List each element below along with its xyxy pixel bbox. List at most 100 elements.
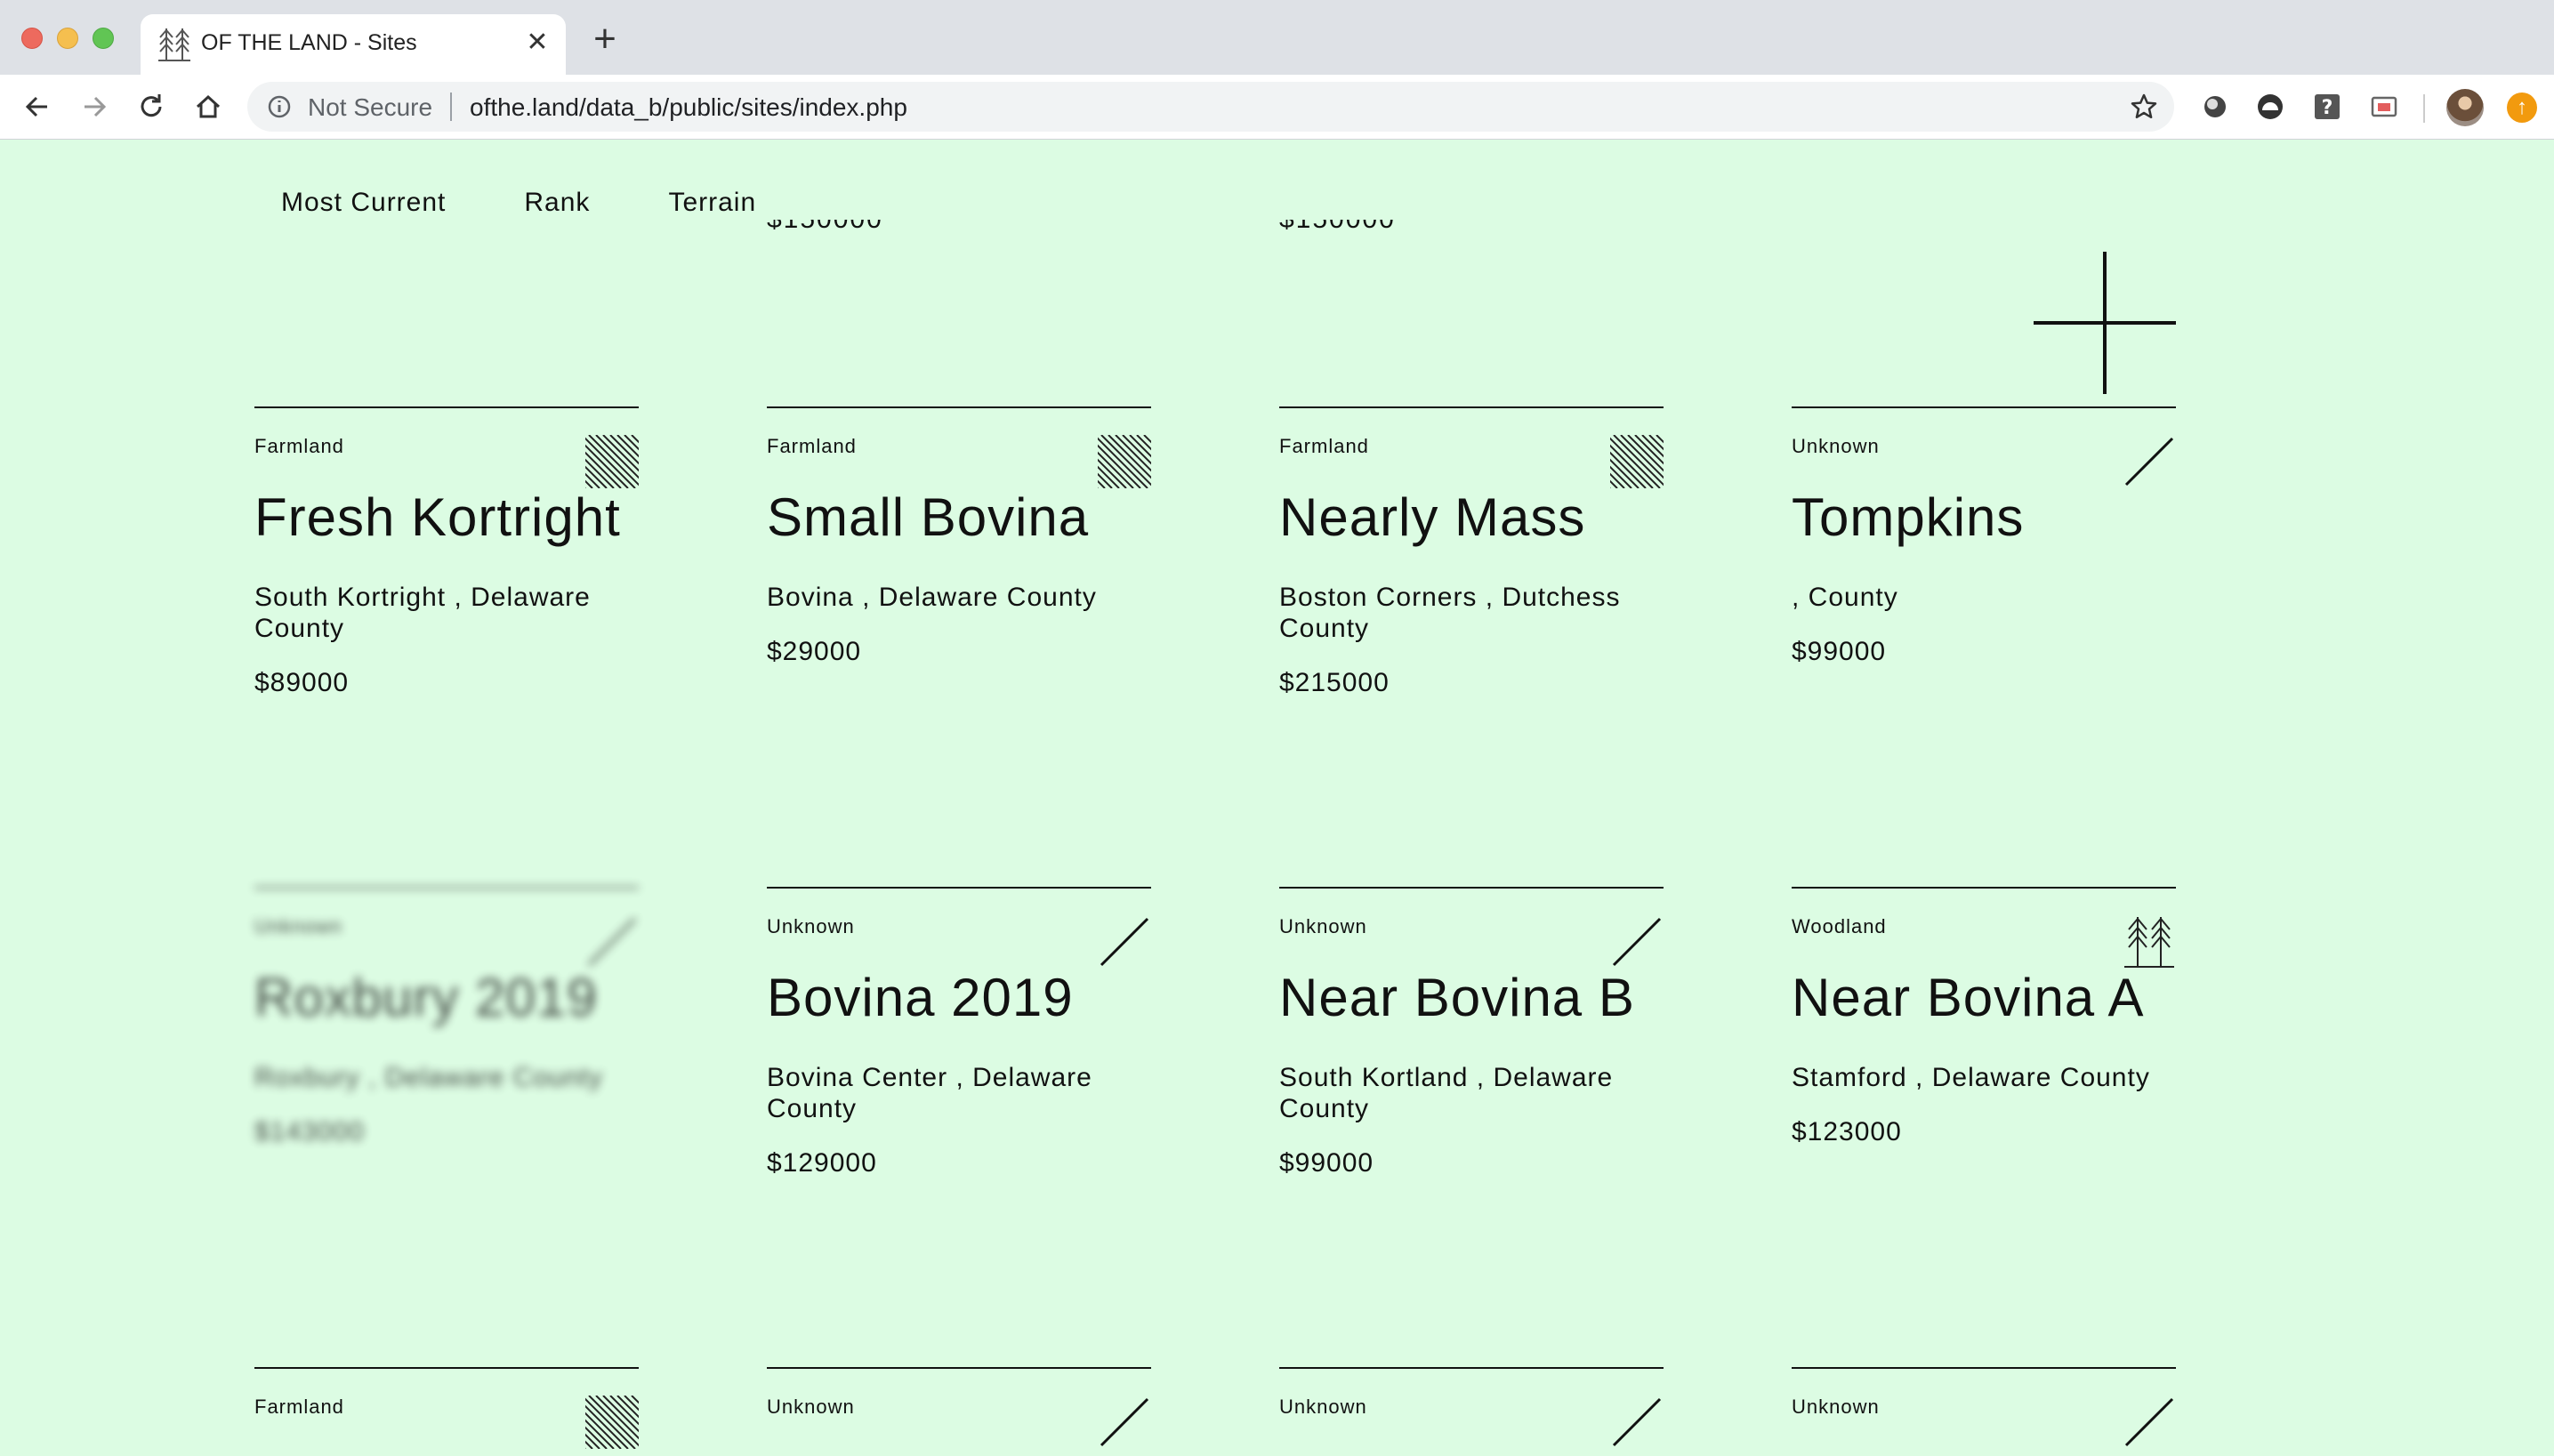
browser-chrome: OF THE LAND - Sites ✕ + Not Secure ofthe… xyxy=(0,0,2554,140)
site-location: South Kortright , Delaware County xyxy=(254,583,591,643)
site-location: Stamford , Delaware County xyxy=(1792,1063,2150,1092)
site-name[interactable]: Fresh Kortright xyxy=(254,487,621,548)
site-price: $123000 xyxy=(1792,1117,1902,1146)
site-price: $129000 xyxy=(767,1148,877,1178)
hatch-icon xyxy=(1610,435,1664,488)
terrain-label: Unknown xyxy=(767,915,855,937)
new-tab-button[interactable]: + xyxy=(587,20,623,59)
card-divider xyxy=(1279,887,1664,889)
slash-icon xyxy=(1100,1397,1149,1447)
slash-icon xyxy=(1100,917,1149,967)
card-divider xyxy=(1792,406,2176,408)
terrain-label: Unknown xyxy=(254,915,342,937)
site-price: $29000 xyxy=(767,637,862,666)
site-name[interactable]: Bovina 2019 xyxy=(767,967,1074,1028)
terrain-label: Unknown xyxy=(1279,1396,1367,1418)
trees-icon xyxy=(2124,917,2174,968)
address-bar[interactable]: Not Secure ofthe.land/data_b/public/site… xyxy=(247,82,2174,132)
hatch-icon xyxy=(585,1396,639,1449)
home-icon xyxy=(196,94,221,118)
tab-strip: OF THE LAND - Sites ✕ + xyxy=(0,0,2554,75)
avatar[interactable] xyxy=(2446,89,2484,126)
card-divider xyxy=(767,1367,1151,1369)
plus-icon[interactable] xyxy=(2034,252,2176,394)
minimize-window-button[interactable] xyxy=(57,28,78,49)
back-icon xyxy=(25,96,47,117)
address-divider xyxy=(450,93,452,121)
terrain-label: Farmland xyxy=(254,1396,344,1418)
site-name[interactable]: Tompkins xyxy=(1792,487,2024,548)
card-divider xyxy=(254,406,639,408)
slash-icon xyxy=(1612,1397,1662,1447)
site-name[interactable]: Near Bovina B xyxy=(1279,967,1635,1028)
update-icon[interactable]: ↑ xyxy=(2507,93,2537,123)
sort-rank[interactable]: Rank xyxy=(524,188,590,218)
site-location: Roxbury , Delaware County xyxy=(254,1063,603,1092)
card-divider xyxy=(254,1367,639,1369)
trees-favicon-icon xyxy=(158,28,190,61)
terrain-label: Unknown xyxy=(1279,915,1367,937)
terrain-label: Farmland xyxy=(767,435,857,457)
card-divider xyxy=(1279,406,1664,408)
card-divider xyxy=(1279,1367,1664,1369)
site-price: $215000 xyxy=(1279,668,1390,697)
site-name[interactable]: Near Bovina A xyxy=(1792,967,2145,1028)
slash-icon xyxy=(2124,1397,2174,1447)
site-location: Boston Corners , Dutchess County xyxy=(1279,583,1621,643)
star-icon[interactable] xyxy=(2130,93,2158,121)
site-price: $143000 xyxy=(254,1117,365,1146)
svg-text:?: ? xyxy=(2322,97,2333,119)
hatch-icon xyxy=(1098,435,1151,488)
site-location: , County xyxy=(1792,583,1898,612)
url-text[interactable]: ofthe.land/data_b/public/sites/index.php xyxy=(470,93,907,122)
card-divider xyxy=(767,406,1151,408)
tab-close-icon[interactable]: ✕ xyxy=(521,27,553,59)
card-divider xyxy=(1792,1367,2176,1369)
info-icon[interactable] xyxy=(267,94,292,119)
maximize-window-button[interactable] xyxy=(93,28,114,49)
forward-button[interactable] xyxy=(75,87,114,126)
extension-help-icon[interactable]: ? xyxy=(2313,93,2341,121)
slash-icon xyxy=(587,917,637,967)
site-location: Bovina , Delaware County xyxy=(767,583,1097,612)
tab-title: OF THE LAND - Sites xyxy=(201,30,417,55)
reload-icon xyxy=(141,94,162,117)
sort-nav: Most Current Rank Terrain xyxy=(281,188,834,218)
tab-active[interactable]: OF THE LAND - Sites ✕ xyxy=(141,14,566,75)
sort-terrain[interactable]: Terrain xyxy=(668,188,756,218)
terrain-label: Farmland xyxy=(1279,435,1369,457)
extension-dome-icon[interactable] xyxy=(2256,93,2284,121)
card-divider xyxy=(1792,887,2176,889)
extension-circle-icon[interactable] xyxy=(2201,93,2229,121)
partial-price: $150000 xyxy=(767,220,883,234)
site-location: Bovina Center , Delaware County xyxy=(767,1063,1092,1123)
security-label[interactable]: Not Secure xyxy=(308,93,432,122)
site-name[interactable]: Small Bovina xyxy=(767,487,1089,548)
terrain-label: Unknown xyxy=(1792,435,1880,457)
site-price: $99000 xyxy=(1279,1148,1374,1178)
site-price: $99000 xyxy=(1792,637,1887,666)
terrain-label: Farmland xyxy=(254,435,344,457)
forward-icon xyxy=(85,96,107,117)
site-price: $89000 xyxy=(254,668,350,697)
back-button[interactable] xyxy=(18,87,57,126)
page-content: Most Current Rank Terrain $150000 $15000… xyxy=(0,140,2554,1456)
home-button[interactable] xyxy=(189,87,228,126)
terrain-label: Unknown xyxy=(767,1396,855,1418)
sort-most-current[interactable]: Most Current xyxy=(281,188,446,218)
terrain-label: Woodland xyxy=(1792,915,1887,937)
partial-price: $150000 xyxy=(1279,220,1396,234)
slash-icon xyxy=(2124,437,2174,487)
site-name[interactable]: Roxbury 2019 xyxy=(254,967,598,1028)
site-location: South Kortland , Delaware County xyxy=(1279,1063,1614,1123)
card-divider xyxy=(254,887,639,889)
site-name[interactable]: Nearly Mass xyxy=(1279,487,1585,548)
hatch-icon xyxy=(585,435,639,488)
close-window-button[interactable] xyxy=(21,28,43,49)
slash-icon xyxy=(1612,917,1662,967)
toolbar-divider xyxy=(2423,94,2425,123)
reload-button[interactable] xyxy=(132,87,171,126)
extension-cast-icon[interactable] xyxy=(2370,93,2398,121)
terrain-label: Unknown xyxy=(1792,1396,1880,1418)
browser-toolbar: Not Secure ofthe.land/data_b/public/site… xyxy=(0,75,2554,140)
